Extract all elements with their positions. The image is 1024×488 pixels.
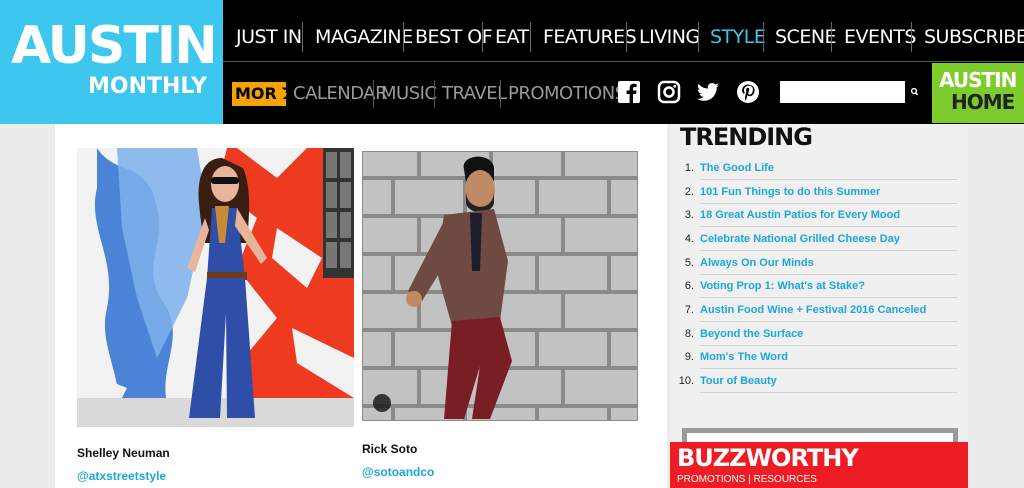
trending-item: 6. Voting Prop 1: What's at Stake?	[670, 275, 968, 298]
trending-divider	[700, 226, 957, 227]
nav-scene[interactable]: SCENE	[775, 24, 837, 50]
trending-link[interactable]: 18 Great Austin Patios for Every Mood	[700, 209, 900, 221]
trending-number: 6.	[684, 280, 694, 292]
feature-name[interactable]: Rick Soto	[362, 442, 417, 456]
trending-divider	[700, 321, 957, 322]
trending-link[interactable]: Austin Food Wine + Festival 2016 Cancele…	[700, 304, 926, 316]
nav-style-active[interactable]: STYLE	[710, 24, 766, 50]
feature-name[interactable]: Shelley Neuman	[77, 446, 170, 460]
subnav-promotions[interactable]: PROMOTIONS	[508, 81, 626, 107]
logo-line-2: MONTHLY	[88, 74, 207, 99]
subnav-travel[interactable]: TRAVEL	[442, 81, 507, 107]
buzzworthy-subtitle[interactable]: PROMOTIONS | RESOURCES	[677, 474, 817, 485]
nav-eat[interactable]: EAT	[495, 24, 529, 50]
nav-magazine[interactable]: MAGAZINE	[315, 24, 413, 50]
trending-divider	[700, 392, 957, 393]
subnav-divider	[373, 80, 374, 108]
buzzworthy-frame	[682, 428, 958, 442]
trending-item: 1. The Good Life	[670, 157, 968, 180]
facebook-icon[interactable]	[616, 79, 642, 105]
feature-handle[interactable]: @atxstreetstyle	[77, 469, 166, 483]
trending-number: 2.	[684, 186, 694, 198]
nav-features[interactable]: FEATURES	[543, 24, 637, 50]
instagram-icon[interactable]	[656, 79, 682, 105]
trending-link[interactable]: Voting Prop 1: What's at Stake?	[700, 280, 865, 292]
subnav-music[interactable]: MUSIC	[381, 81, 437, 107]
more-arrow-icon	[277, 82, 287, 106]
nav-events[interactable]: EVENTS	[844, 24, 916, 50]
trending-number: 5.	[684, 257, 694, 269]
nav-divider	[911, 22, 912, 52]
trending-number: 8.	[684, 328, 694, 340]
trending-item: 10. Tour of Beauty	[670, 370, 968, 393]
trending-link[interactable]: 101 Fun Things to do this Summer	[700, 186, 880, 198]
nav-best-of[interactable]: BEST OF	[415, 24, 493, 50]
nav-just-in[interactable]: JUST IN	[236, 24, 302, 50]
nav-subscribe[interactable]: SUBSCRIBE	[924, 24, 1024, 50]
nav-divider	[530, 22, 531, 52]
secondary-nav: MORE CALENDAR MUSIC TRAVEL PROMOTIONS AU…	[223, 62, 1024, 124]
trending-divider	[700, 179, 957, 180]
trending-title: TRENDING	[680, 123, 813, 151]
feature-handle[interactable]: @sotoandco	[362, 465, 434, 479]
home-logo-line-2: HOME	[951, 90, 1015, 114]
logo-line-1: AUSTIN	[11, 16, 218, 76]
trending-item: 4. Celebrate National Grilled Cheese Day	[670, 228, 968, 251]
trending-link[interactable]: The Good Life	[700, 162, 774, 174]
primary-nav: JUST IN MAGAZINE BEST OF EAT FEATURES LI…	[223, 0, 1024, 62]
trending-link[interactable]: Beyond the Surface	[700, 328, 803, 340]
subnav-divider	[500, 80, 501, 108]
nav-divider	[302, 22, 303, 52]
trending-number: 1.	[684, 162, 694, 174]
buzzworthy-title: BUZZWORTHY	[677, 444, 859, 472]
nav-divider	[403, 22, 404, 52]
main-content: Shelley Neuman @atxstreetstyle Rick Soto…	[55, 124, 667, 488]
trending-item: 5. Always On Our Minds	[670, 252, 968, 275]
nav-living[interactable]: LIVING	[639, 24, 700, 50]
feature-photo-shelley[interactable]	[77, 148, 354, 427]
page: AUSTIN MONTHLY JUST IN MAGAZINE BEST OF …	[0, 0, 1024, 488]
trending-number: 4.	[684, 233, 694, 245]
buzzworthy-widget[interactable]: BUZZWORTHY PROMOTIONS | RESOURCES	[670, 428, 968, 488]
trending-link[interactable]: Always On Our Minds	[700, 257, 814, 269]
trending-link[interactable]: Tour of Beauty	[700, 375, 777, 387]
trending-item: 2. 101 Fun Things to do this Summer	[670, 181, 968, 204]
feature-photo-rick[interactable]	[362, 151, 638, 421]
home-logo-line-1: AUSTIN	[939, 68, 1017, 92]
subnav-divider	[434, 80, 435, 108]
trending-divider	[700, 368, 957, 369]
nav-divider	[831, 22, 832, 52]
nav-divider	[626, 22, 627, 52]
trending-number: 9.	[684, 351, 694, 363]
trending-number: 7.	[684, 304, 694, 316]
trending-divider	[700, 250, 957, 251]
buzzworthy-banner: BUZZWORTHY PROMOTIONS | RESOURCES	[670, 442, 968, 488]
trending-link[interactable]: Celebrate National Grilled Cheese Day	[700, 233, 900, 245]
austin-home-logo[interactable]: AUSTIN HOME	[932, 63, 1024, 123]
nav-divider	[698, 22, 699, 52]
site-header: AUSTIN MONTHLY JUST IN MAGAZINE BEST OF …	[0, 0, 1024, 124]
trending-item: 9. Mom's The Word	[670, 346, 968, 369]
nav-divider	[763, 22, 764, 52]
trending-link[interactable]: Mom's The Word	[700, 351, 788, 363]
trending-item: 7. Austin Food Wine + Festival 2016 Canc…	[670, 299, 968, 322]
austin-monthly-logo[interactable]: AUSTIN MONTHLY	[0, 0, 223, 124]
trending-divider	[700, 297, 957, 298]
search-input[interactable]	[780, 81, 905, 103]
search-icon[interactable]	[907, 83, 923, 101]
nav-divider	[482, 22, 483, 52]
trending-number: 10.	[678, 375, 694, 387]
twitter-icon[interactable]	[695, 79, 721, 105]
trending-item: 8. Beyond the Surface	[670, 323, 968, 346]
pinterest-icon[interactable]	[735, 79, 761, 105]
trending-number: 3.	[684, 209, 694, 221]
trending-item: 3. 18 Great Austin Patios for Every Mood	[670, 204, 968, 227]
